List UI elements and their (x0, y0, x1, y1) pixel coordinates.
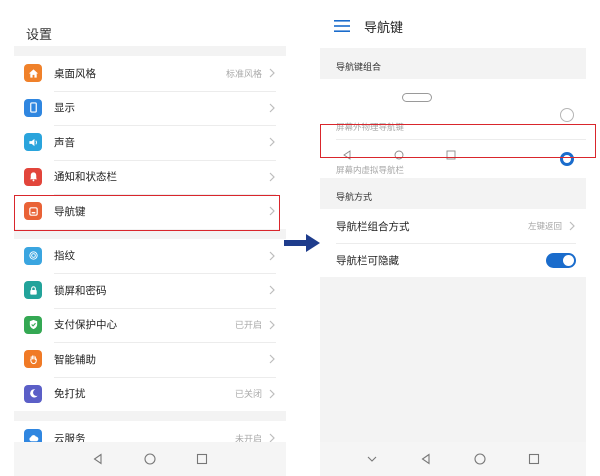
transition-arrow-icon (284, 234, 320, 252)
navigation-key-highlight (14, 195, 280, 231)
speaker-icon (24, 133, 42, 152)
chevron-right-icon (268, 285, 276, 295)
chevron-right-icon (268, 137, 276, 147)
physical-key-pill-icon (402, 93, 432, 102)
chevron-down-icon[interactable] (366, 453, 378, 465)
option-label: 导航栏组合方式 (336, 220, 410, 233)
settings-item-label: 智能辅助 (54, 353, 96, 366)
hand-icon (24, 350, 42, 369)
chevron-right-icon (268, 103, 276, 113)
settings-item-label: 桌面风格 (54, 67, 96, 80)
settings-item-value: 标准风格 (225, 69, 262, 80)
recents-square-icon[interactable] (196, 453, 208, 465)
chevron-right-icon (268, 320, 276, 330)
settings-item-label: 支付保护中心 (54, 319, 117, 332)
option-value: 左键返回 (527, 222, 562, 232)
lock-icon (24, 281, 42, 300)
settings-item-value: 已关闭 (234, 390, 262, 401)
fingerprint-icon (24, 246, 42, 265)
radio-physical[interactable] (560, 108, 574, 122)
chevron-right-icon (268, 251, 276, 261)
chevron-right-icon (268, 389, 276, 399)
settings-item-payment-protection[interactable]: 支付保护中心 已开启 (14, 307, 286, 343)
moon-icon (24, 384, 42, 403)
phone-display-icon (24, 98, 42, 117)
back-icon[interactable] (92, 453, 104, 465)
settings-title: 设置 (14, 0, 286, 46)
nav-method-card: 导航栏组合方式 左键返回 导航栏可隐藏 (320, 209, 586, 277)
settings-item-do-not-disturb[interactable]: 免打扰 已关闭 (14, 376, 286, 412)
settings-item-fingerprint[interactable]: 指纹 (14, 239, 286, 274)
back-icon[interactable] (420, 453, 432, 465)
settings-item-label: 声音 (54, 136, 75, 149)
settings-item-label: 指纹 (54, 250, 75, 263)
home-circle-icon[interactable] (144, 453, 156, 465)
settings-item-smart-assist[interactable]: 智能辅助 (14, 342, 286, 377)
settings-item-notifications[interactable]: 通知和状态栏 (14, 159, 286, 195)
combo-option-label: 屏幕内虚拟导航栏 (336, 166, 405, 176)
shield-check-icon (24, 315, 42, 334)
chevron-right-icon (268, 68, 276, 78)
chevron-right-icon (268, 354, 276, 364)
section-title-key-combo: 导航键组合 (336, 63, 382, 73)
section-title-nav-method: 导航方式 (336, 193, 373, 203)
recents-square-icon[interactable] (528, 453, 540, 465)
settings-item-desktop-style[interactable]: 桌面风格 标准风格 (14, 56, 286, 91)
system-navigation-bar (320, 442, 586, 476)
settings-item-value: 已开启 (234, 321, 262, 332)
settings-item-display[interactable]: 显示 (14, 90, 286, 126)
settings-item-label: 免打扰 (54, 388, 86, 401)
settings-item-sound[interactable]: 声音 (14, 125, 286, 160)
bell-icon (24, 167, 42, 186)
settings-group-2: 指纹 锁屏和密码 支付保护中心 已开启 智能辅助 免打扰 已关闭 (14, 238, 286, 412)
navigation-key-header: 导航键 (320, 0, 586, 48)
home-icon (24, 64, 42, 83)
chevron-right-icon (568, 221, 576, 231)
settings-item-label: 显示 (54, 102, 75, 115)
system-navigation-bar (14, 442, 286, 476)
option-label: 导航栏可隐藏 (336, 254, 399, 267)
settings-item-lock-screen[interactable]: 锁屏和密码 (14, 273, 286, 308)
hide-nav-bar-toggle[interactable] (546, 252, 576, 268)
navigation-key-screen: 导航键 导航键组合 屏幕外物理导航键 屏幕内虚拟导航栏 导航方式 导航栏组合方式… (320, 0, 596, 476)
nav-bar-hideable-row[interactable]: 导航栏可隐藏 (320, 243, 586, 277)
chevron-right-icon (268, 172, 276, 182)
settings-item-label: 通知和状态栏 (54, 171, 117, 184)
nav-bar-combo-method-row[interactable]: 导航栏组合方式 左键返回 (320, 209, 586, 243)
home-circle-icon[interactable] (474, 453, 486, 465)
settings-item-label: 锁屏和密码 (54, 284, 107, 297)
page-title: 导航键 (364, 20, 404, 36)
menu-icon[interactable] (334, 20, 350, 32)
settings-screen: 设置 桌面风格 标准风格 显示 声音 通知和状态栏 导航键 指纹 锁屏和密码 支… (14, 0, 286, 476)
virtual-nav-highlight (320, 124, 596, 158)
